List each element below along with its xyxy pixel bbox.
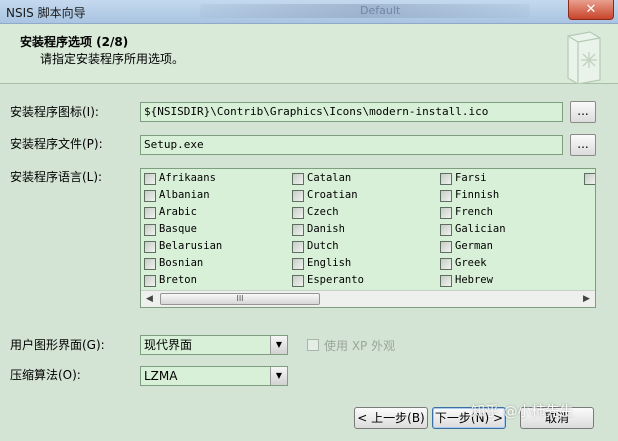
language-label: German xyxy=(455,240,493,252)
compression-label: 压缩算法(O): xyxy=(10,368,81,382)
page-title: 安装程序选项 (2/8) xyxy=(20,35,129,49)
language-label: Croatian xyxy=(307,189,358,201)
language-label: Belarusian xyxy=(159,240,223,252)
icon-field-label: 安装程序图标(I): xyxy=(10,105,99,119)
language-checkbox[interactable] xyxy=(440,207,452,219)
language-checkbox[interactable] xyxy=(144,241,156,253)
wizard-body: 安装程序图标(I): ${NSISDIR}\Contrib\Graphics\I… xyxy=(0,85,618,441)
language-checkbox[interactable] xyxy=(144,275,156,287)
languages-label: 安装程序语言(L): xyxy=(10,170,103,184)
chevron-down-icon[interactable]: ▼ xyxy=(270,367,287,385)
language-checkbox[interactable] xyxy=(440,190,452,202)
page-subtitle: 请指定安装程序所用选项。 xyxy=(40,52,185,66)
ui-field-label: 用户图形界面(G): xyxy=(10,338,105,352)
language-checkbox[interactable] xyxy=(144,207,156,219)
language-list[interactable]: Afrikaans Albanian Arabic Basque Belarusian B… xyxy=(140,168,596,308)
xp-style-checkbox-box[interactable] xyxy=(307,339,319,351)
language-label: Danish xyxy=(307,223,345,235)
installer-book-icon xyxy=(567,31,601,84)
language-checkbox[interactable] xyxy=(144,173,156,185)
ui-type-select[interactable]: 现代界面 ▼ xyxy=(140,335,288,355)
ui-type-value: 现代界面 xyxy=(144,338,193,352)
language-label: Galician xyxy=(455,223,506,235)
language-label: Farsi xyxy=(455,172,487,184)
compression-select[interactable]: LZMA ▼ xyxy=(140,366,288,386)
language-label: French xyxy=(455,206,493,218)
language-label: Esperanto xyxy=(307,274,364,286)
language-partial-checkbox[interactable] xyxy=(584,173,595,185)
back-button[interactable]: < 上一步(B) xyxy=(354,407,428,429)
language-checkbox[interactable] xyxy=(440,275,452,287)
language-checkbox[interactable] xyxy=(440,224,452,236)
language-label: Afrikaans xyxy=(159,172,216,184)
language-label: Hebrew xyxy=(455,274,493,286)
scroll-right-arrow-icon[interactable]: ▶ xyxy=(578,291,595,307)
browse-file-button[interactable]: ... xyxy=(570,134,596,156)
language-checkbox[interactable] xyxy=(292,190,304,202)
language-checkbox[interactable] xyxy=(292,207,304,219)
language-label: English xyxy=(307,257,352,269)
scroll-left-arrow-icon[interactable]: ◀ xyxy=(141,291,158,307)
language-checkbox[interactable] xyxy=(144,258,156,270)
icon-path-input[interactable]: ${NSISDIR}\Contrib\Graphics\Icons\modern… xyxy=(140,102,563,122)
language-label: Finnish xyxy=(455,189,500,201)
chevron-down-icon[interactable]: ▼ xyxy=(270,336,287,354)
language-label: Greek xyxy=(455,257,487,269)
language-checkbox[interactable] xyxy=(292,241,304,253)
language-checkbox[interactable] xyxy=(292,258,304,270)
language-checkbox[interactable] xyxy=(144,224,156,236)
language-label: Bosnian xyxy=(159,257,204,269)
window-title: NSIS 脚本向导 xyxy=(6,6,86,20)
language-label: Catalan xyxy=(307,172,352,184)
language-checkbox[interactable] xyxy=(292,275,304,287)
scroll-thumb[interactable]: III xyxy=(160,293,320,305)
language-checkbox[interactable] xyxy=(292,173,304,185)
language-checkbox[interactable] xyxy=(292,224,304,236)
language-label: Basque xyxy=(159,223,197,235)
language-checkbox[interactable] xyxy=(144,190,156,202)
language-label: Dutch xyxy=(307,240,339,252)
file-field-label: 安装程序文件(P): xyxy=(10,137,103,151)
output-file-input[interactable]: Setup.exe xyxy=(140,135,563,155)
watermark: 知乎 @小柿先生 xyxy=(471,404,574,420)
language-label: Arabic xyxy=(159,206,197,218)
language-checkbox[interactable] xyxy=(440,258,452,270)
xp-style-checkbox-label: 使用 XP 外观 xyxy=(324,339,396,353)
language-checkbox[interactable] xyxy=(440,173,452,185)
close-button[interactable]: ✕ xyxy=(568,0,614,20)
title-bar: NSIS 脚本向导 Default ✕ xyxy=(0,0,618,24)
browse-icon-button[interactable]: ... xyxy=(570,101,596,123)
wizard-header: 安装程序选项 (2/8) 请指定安装程序所用选项。 xyxy=(0,24,618,84)
language-checkbox[interactable] xyxy=(440,241,452,253)
language-label: Czech xyxy=(307,206,339,218)
language-label: Albanian xyxy=(159,189,210,201)
title-bar-blurred-text: Default xyxy=(360,4,401,17)
language-label: Breton xyxy=(159,274,197,286)
compression-value: LZMA xyxy=(144,369,178,383)
language-horizontal-scrollbar[interactable]: ◀ III ▶ xyxy=(141,290,595,307)
